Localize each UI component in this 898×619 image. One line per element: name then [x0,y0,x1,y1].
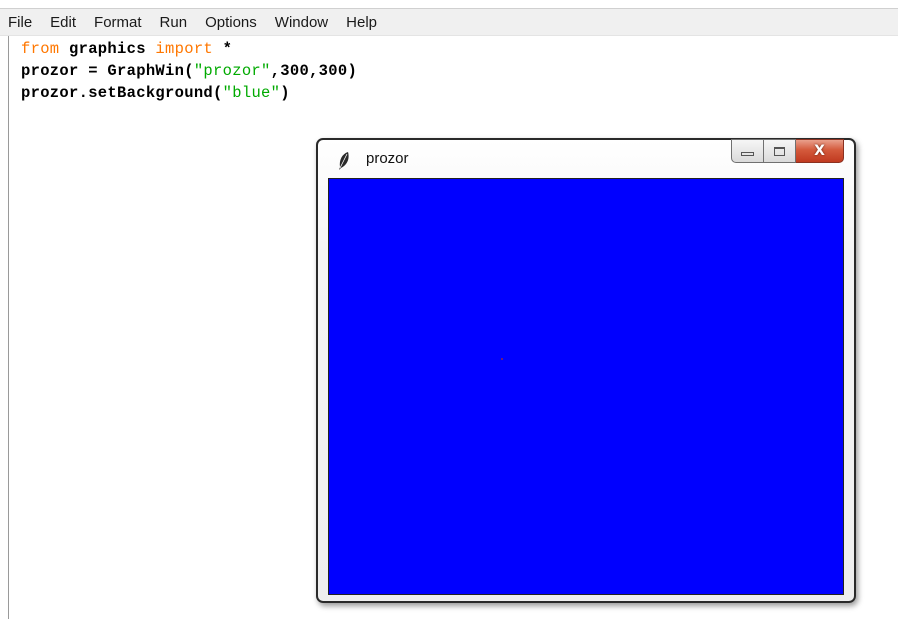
menu-options[interactable]: Options [205,14,257,31]
maximize-icon [774,146,785,156]
feather-icon [339,152,349,170]
code-line-1: from graphics import * [21,40,232,58]
menu-file[interactable]: File [8,14,32,31]
minimize-button[interactable] [731,139,764,163]
keyword-from: from [21,40,60,58]
graph-window[interactable]: prozor X [316,138,856,603]
code-line-2-string: "prozor" [193,62,271,80]
code-line-2-pre: prozor = GraphWin( [21,62,194,80]
code-line-3-post: ) [280,84,290,102]
close-button[interactable]: X [796,139,844,163]
code-line-2-post: ,300,300) [270,62,358,80]
menu-bar: File Edit Format Run Options Window Help [0,8,898,36]
menu-window[interactable]: Window [275,14,328,31]
menu-edit[interactable]: Edit [50,14,76,31]
window-controls: X [731,139,844,163]
code-line-2: prozor = GraphWin("prozor",300,300) [21,62,357,80]
menu-format[interactable]: Format [94,14,142,31]
code-line-3: prozor.setBackground("blue") [21,84,290,102]
code-line-3-pre: prozor.setBackground( [21,84,223,102]
window-title: prozor [366,150,409,167]
menu-help[interactable]: Help [346,14,377,31]
graph-canvas[interactable] [328,178,844,595]
canvas-pixel [501,358,503,360]
keyword-import: import [155,40,214,58]
maximize-button[interactable] [764,139,796,163]
import-star: * [213,40,233,58]
close-icon: X [814,143,825,159]
code-line-3-string: "blue" [222,84,281,102]
module-name: graphics [59,40,156,58]
menu-run[interactable]: Run [160,14,188,31]
minimize-icon [741,152,754,156]
